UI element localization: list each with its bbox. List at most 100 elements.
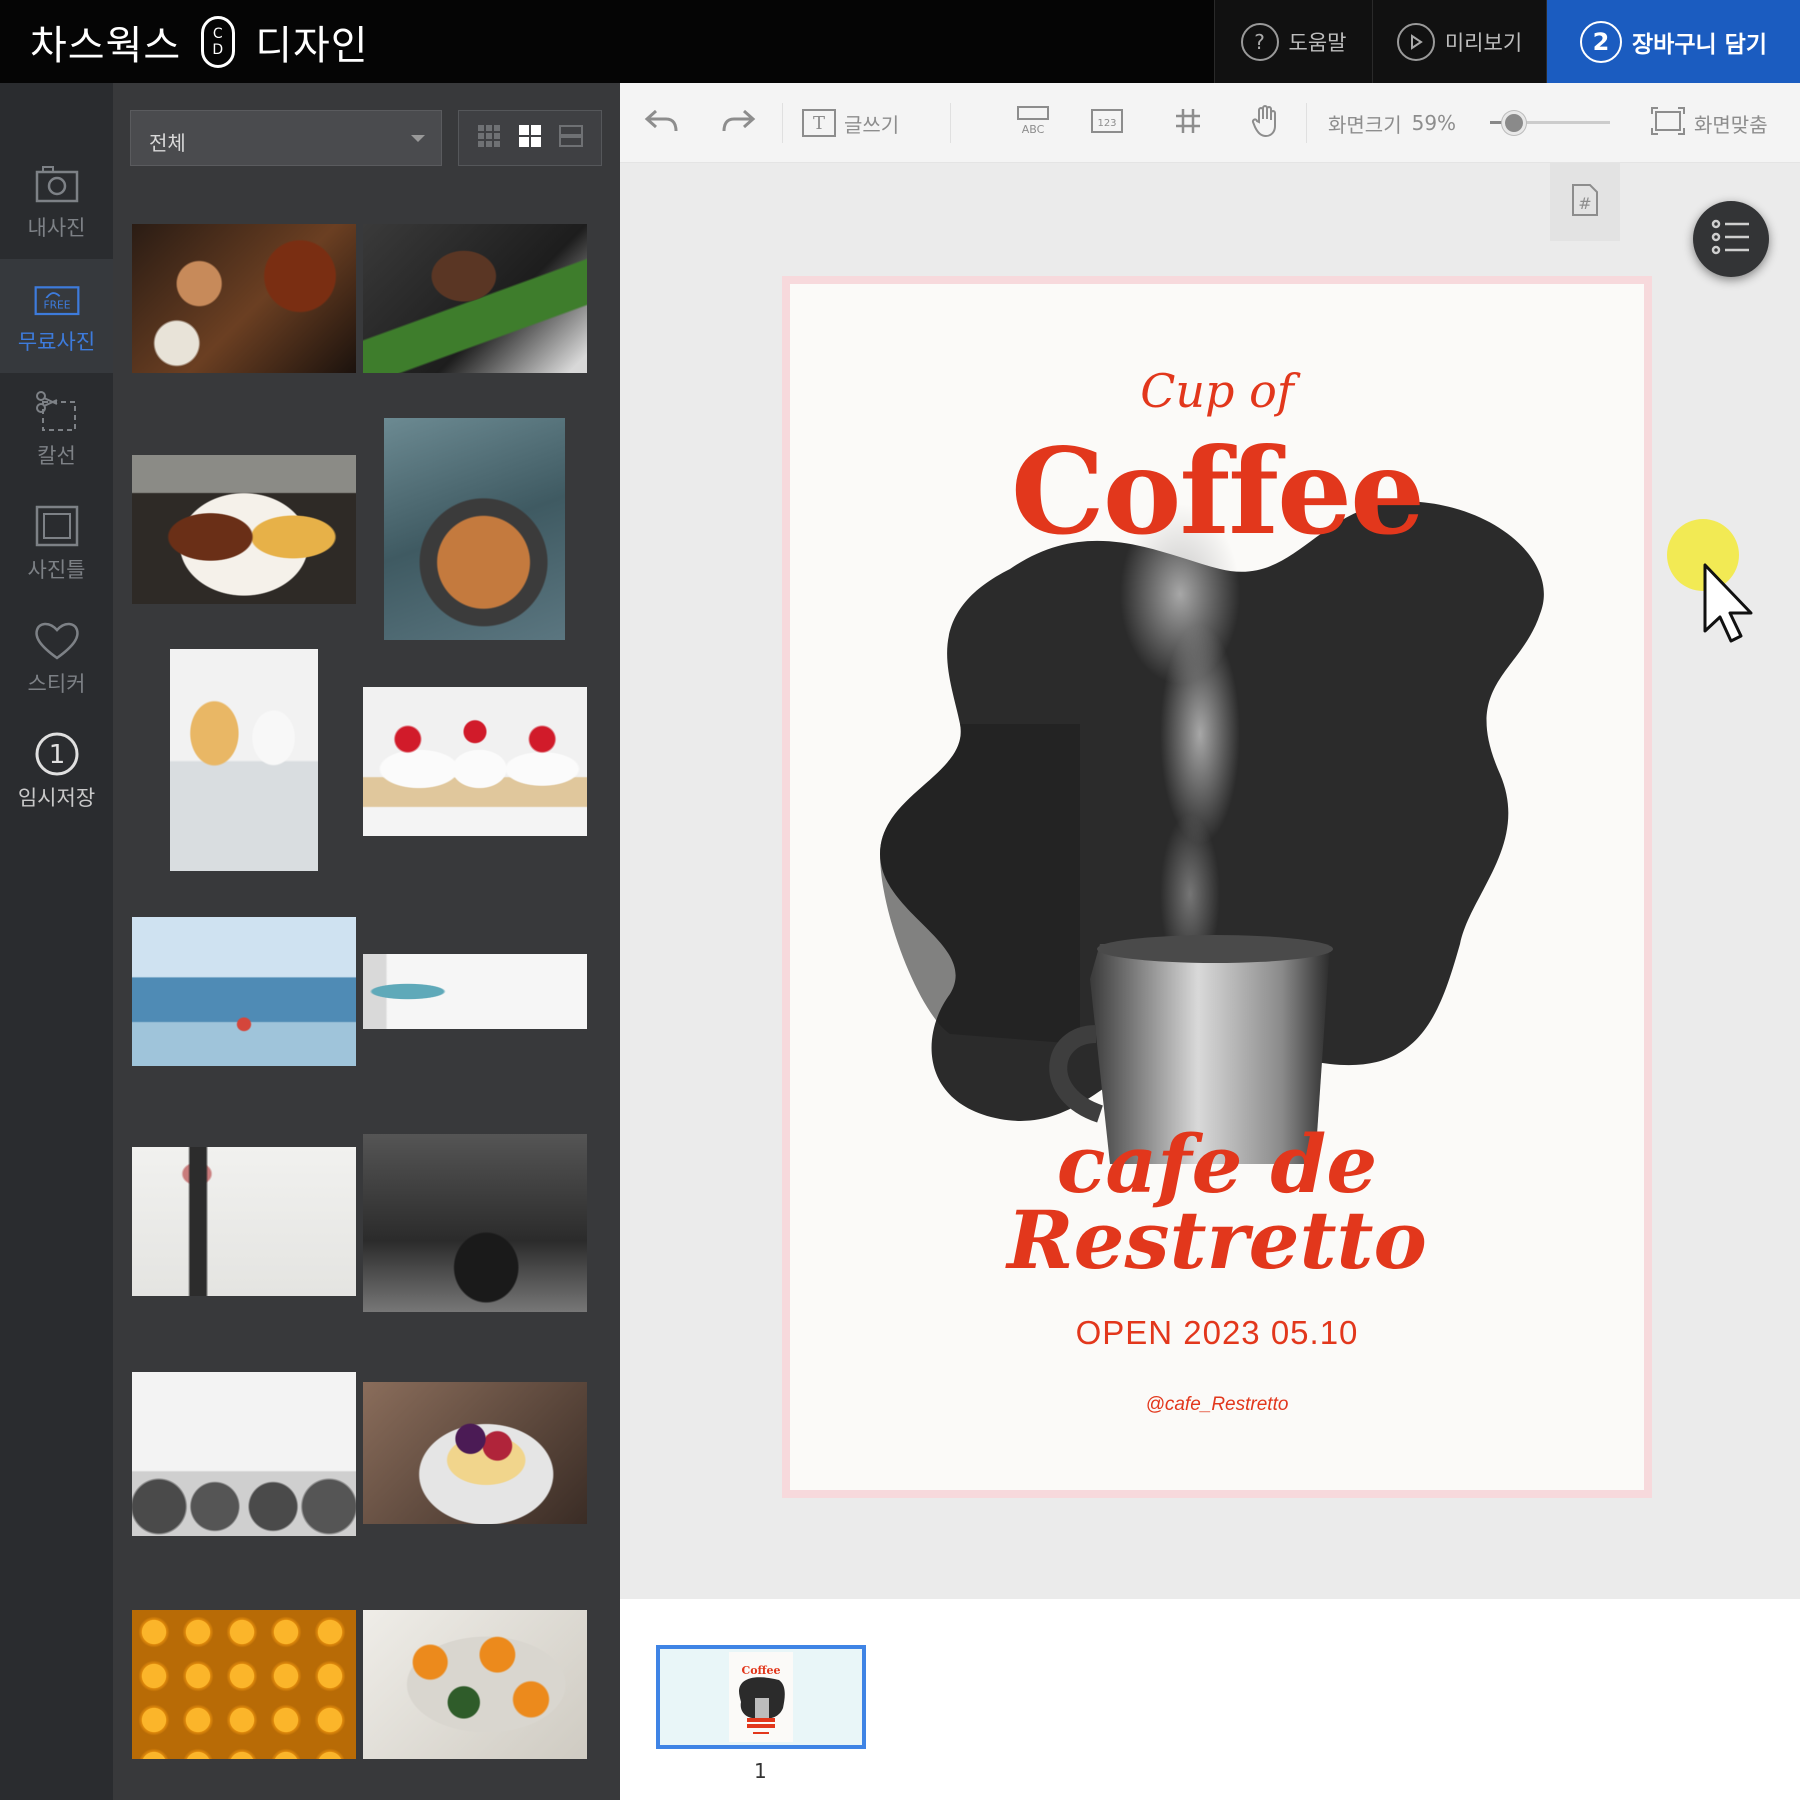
number-icon-text: 123 xyxy=(1097,118,1116,129)
photo-thumb-runner-legs[interactable] xyxy=(132,1147,356,1296)
poster-open-date[interactable]: OPEN 2023 05.10 xyxy=(790,1314,1644,1352)
design-canvas-area: # Cup of Coffee cafe de Restretto OPEN 2… xyxy=(620,163,1800,1599)
fit-screen-label: 화면맞춤 xyxy=(1694,112,1768,137)
rail-item-my-photos[interactable]: 내사진 xyxy=(0,145,113,259)
brand-name-left: 차스웍스 xyxy=(30,23,182,69)
fit-screen-icon xyxy=(1650,106,1686,141)
number-tool-button[interactable]: 123 xyxy=(1090,83,1124,163)
coffee-photo-blob[interactable] xyxy=(860,474,1580,1164)
zoom-slider-handle[interactable] xyxy=(1502,111,1526,135)
number-icon: 123 xyxy=(1090,107,1124,140)
toolbar-divider xyxy=(1306,103,1307,143)
thumb-title: Coffee xyxy=(741,1664,780,1677)
frame-icon xyxy=(33,504,81,548)
page-strip: Coffee 1 xyxy=(620,1599,1800,1800)
poster-headline-main[interactable]: Coffee xyxy=(790,422,1644,561)
chevron-down-icon xyxy=(411,135,425,142)
play-icon xyxy=(1396,22,1435,61)
rail-item-temp-save[interactable]: 1 임시저장 xyxy=(0,715,113,829)
scissors-icon xyxy=(33,390,81,434)
abc-icon-text: ABC xyxy=(1022,123,1045,136)
poster-cafe-name[interactable]: cafe de Restretto xyxy=(790,1117,1644,1280)
photo-thumb-oranges[interactable] xyxy=(132,1610,356,1759)
rail-label-photo-frame: 사진틀 xyxy=(27,558,86,582)
top-bar: 차스웍스 C D 디자인 ? 도움말 미리보기 2 장바구니 담기 xyxy=(0,0,1800,83)
page-number-icon: # xyxy=(1570,183,1600,221)
brand-logo[interactable]: 차스웍스 C D 디자인 xyxy=(30,14,369,70)
temp-save-icon: 1 xyxy=(33,732,81,776)
cd-logo-bottom: D xyxy=(212,42,225,58)
category-select[interactable]: 전체 xyxy=(130,110,442,166)
rail-item-cutline[interactable]: 칼선 xyxy=(0,373,113,487)
page-number-label: 1 xyxy=(754,1759,767,1783)
write-text-button[interactable]: T 글쓰기 xyxy=(802,83,899,163)
redo-button[interactable] xyxy=(720,83,756,163)
toolbar-divider xyxy=(782,103,783,143)
grid-toggle-button[interactable] xyxy=(1174,83,1202,163)
photo-thumb-gym-barbell[interactable] xyxy=(363,1134,587,1312)
zoom-label: 화면크기 xyxy=(1328,112,1402,137)
step-two-icon: 2 xyxy=(1580,20,1623,63)
toolbar-divider xyxy=(950,103,951,143)
grid-medium-icon[interactable] xyxy=(518,124,542,152)
photo-thumb-lemon-cake[interactable] xyxy=(170,649,318,871)
free-badge: FREE xyxy=(43,299,70,312)
redo-icon xyxy=(720,107,756,140)
cd-logo-icon: C D xyxy=(201,16,236,68)
mouse-cursor xyxy=(1665,513,1775,643)
page-thumbnail[interactable]: Coffee xyxy=(656,1645,866,1749)
write-text-label: 글쓰기 xyxy=(844,112,900,137)
left-rail: 내사진 FREE 무료사진 칼선 사진틀 스티커 1 임시저장 xyxy=(0,83,113,1800)
add-to-cart-button[interactable]: 2 장바구니 담기 xyxy=(1546,0,1800,83)
rail-item-sticker[interactable]: 스티커 xyxy=(0,601,113,715)
photo-thumb-beach-person[interactable] xyxy=(132,917,356,1066)
preview-label: 미리보기 xyxy=(1444,30,1523,55)
view-toggle xyxy=(458,110,602,166)
pan-hand-button[interactable] xyxy=(1250,83,1282,163)
text-tool-icon: T xyxy=(802,109,836,137)
photo-thumb-berry-cheesecake[interactable] xyxy=(363,1382,587,1524)
zoom-slider[interactable] xyxy=(1490,111,1610,135)
rail-item-free-photos[interactable]: FREE 무료사진 xyxy=(0,259,113,373)
fit-screen-button[interactable]: 화면맞춤 xyxy=(1650,83,1768,163)
photo-thumb-raspberry-cupcakes[interactable] xyxy=(363,687,587,836)
page-thumbnail-preview: Coffee xyxy=(729,1652,793,1742)
rail-label-sticker: 스티커 xyxy=(27,672,86,696)
cursor-highlight xyxy=(1667,519,1739,591)
poster-instagram-handle[interactable]: @cafe_Restretto xyxy=(790,1394,1644,1416)
photo-thumb-dumbbells[interactable] xyxy=(132,1372,356,1536)
list-view-icon[interactable] xyxy=(558,124,583,152)
rail-label-my-photos: 내사진 xyxy=(27,216,86,240)
help-button[interactable]: ? 도움말 xyxy=(1214,0,1372,83)
undo-button[interactable] xyxy=(644,83,680,163)
grid-icon xyxy=(1174,107,1202,140)
preview-button[interactable]: 미리보기 xyxy=(1372,0,1546,83)
brand-name-right: 디자인 xyxy=(255,23,369,69)
photo-thumb-steak-board[interactable] xyxy=(132,224,356,373)
photo-thumb-yoga-mat[interactable] xyxy=(363,954,587,1029)
photo-thumb-cookies-plate[interactable] xyxy=(384,418,565,640)
cd-logo-top: C xyxy=(212,26,224,42)
rail-label-cutline: 칼선 xyxy=(37,444,76,468)
page-number-glyph: # xyxy=(1578,194,1591,213)
poster-cafe-name-line1: cafe de xyxy=(1056,1117,1378,1211)
layers-list-icon xyxy=(1711,219,1751,259)
rail-item-photo-frame[interactable]: 사진틀 xyxy=(0,487,113,601)
abc-icon: ABC xyxy=(1016,105,1050,142)
photo-thumb-tangerines[interactable] xyxy=(363,1610,587,1759)
photo-thumb-ribs-fries[interactable] xyxy=(132,455,356,604)
zoom-value: 59% xyxy=(1411,111,1457,135)
layers-menu-button[interactable] xyxy=(1693,201,1769,277)
help-label: 도움말 xyxy=(1288,30,1347,55)
photo-thumb-steak-greenbeans[interactable] xyxy=(363,224,587,373)
editor-toolbar: T 글쓰기 ABC 123 화면크기 59% 화면맞춤 xyxy=(620,83,1800,163)
free-photo-icon: FREE xyxy=(33,276,81,320)
page-number-button[interactable]: # xyxy=(1550,163,1620,241)
poster-page[interactable]: Cup of Coffee cafe de Restretto OPEN 202… xyxy=(782,276,1652,1498)
poster-headline-small[interactable]: Cup of xyxy=(790,364,1644,418)
text-style-button[interactable]: ABC xyxy=(1016,83,1050,163)
help-icon: ? xyxy=(1240,22,1279,61)
undo-icon xyxy=(644,107,680,140)
rail-label-temp-save: 임시저장 xyxy=(17,786,96,810)
grid-small-icon[interactable] xyxy=(477,124,501,152)
